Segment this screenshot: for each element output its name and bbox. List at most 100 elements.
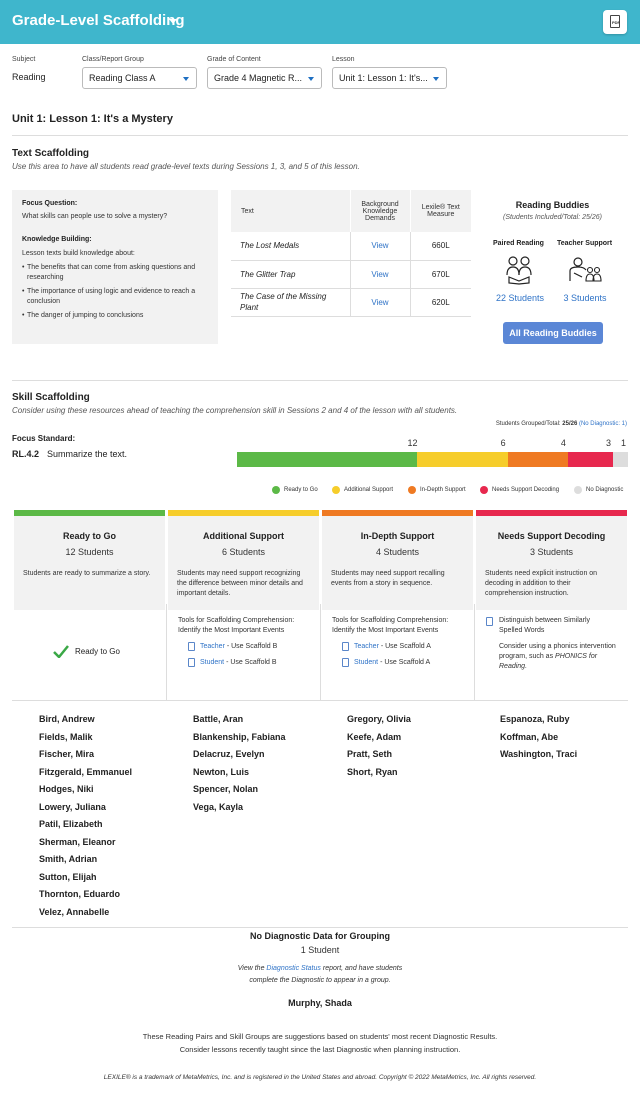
bar-segment: [612, 452, 628, 467]
page-title-dropdown[interactable]: Grade-Level Scaffolding: [12, 12, 185, 29]
no-diagnostic-count: 1 Student: [300, 945, 340, 955]
bar-segment: [417, 452, 508, 467]
paired-reading-count-link[interactable]: 22 Students: [490, 293, 550, 303]
group-needs-support-decoding: Needs Support Decoding 3 Students Studen…: [476, 510, 627, 610]
legend-dot: [408, 486, 416, 494]
group-name: Needs Support Decoding: [497, 531, 606, 541]
no-diagnostic-instructions-2: complete the Diagnostic to appear in a g…: [249, 977, 391, 984]
student-name: Pratt, Seth: [347, 749, 393, 759]
legend-dot: [332, 486, 340, 494]
teacher-support-label: Teacher Support: [557, 240, 613, 247]
subject-label: Subject: [12, 56, 36, 63]
document-icon: [342, 658, 349, 667]
student-name: Washington, Traci: [500, 749, 578, 759]
student-name: Delacruz, Evelyn: [193, 749, 265, 759]
student-name: Thornton, Eduardo: [39, 889, 120, 899]
teacher-support-count-link[interactable]: 3 Students: [555, 293, 615, 303]
student-name: Keefe, Adam: [347, 731, 402, 742]
grade-label: Grade of Content: [207, 56, 261, 63]
student-name: Patil, Elizabeth: [39, 819, 103, 829]
student-name: Vega, Kayla: [193, 801, 244, 812]
bar-count-label: 6: [500, 438, 506, 448]
bar-count-label: 1: [620, 438, 626, 448]
bar-segment: [237, 452, 418, 467]
student-link[interactable]: Student: [354, 659, 378, 666]
lesson-title: Unit 1: Lesson 1: It's a Mystery: [12, 113, 173, 125]
teacher-support-icon: [569, 257, 602, 282]
group-count: 6 Students: [221, 547, 266, 557]
teacher-link[interactable]: Teacher: [200, 643, 225, 650]
student-resource: Student - Use Scaffold B: [200, 659, 277, 666]
view-link[interactable]: View: [349, 288, 410, 317]
student-name: Gregory, Olivia: [347, 714, 411, 724]
student-name: Spencer, Nolan: [193, 784, 259, 794]
student-name: Espanoza, Ruby: [500, 714, 570, 724]
no-diagnostic-student: Murphy, Shada: [288, 998, 352, 1008]
document-icon: [188, 642, 195, 651]
bar-count-label: 3: [605, 438, 611, 448]
standard-text: Summarize the text.: [47, 449, 128, 459]
class-label: Class/Report Group: [82, 56, 144, 63]
app-header: Grade-Level Scaffolding PDF: [0, 0, 640, 44]
bar-count-label: 4: [560, 438, 566, 448]
student-name: Smith, Adrian: [39, 854, 98, 864]
all-reading-buddies-button[interactable]: All Reading Buddies: [503, 322, 603, 344]
focus-question-label: Focus Question:: [22, 200, 78, 207]
group-count: 4 Students: [375, 547, 420, 557]
ready-to-go-status: Ready to Go: [75, 647, 120, 656]
student-name: Blankenship, Fabiana: [193, 731, 286, 742]
teacher-resource: Teacher - Use Scaffold B: [200, 643, 278, 650]
table-header: Lexile® Text Measure: [409, 190, 471, 232]
student-name: Lowery, Juliana: [39, 801, 106, 812]
phonics-note: Consider using a phonics intervention pr…: [499, 643, 616, 670]
text-scaffolding-subtitle: Use this area to have all students read …: [12, 162, 360, 171]
group-ready-to-go: Ready to Go 12 Students Students are rea…: [14, 510, 165, 610]
checkmark-icon: [53, 645, 69, 658]
legend-dot: [272, 486, 280, 494]
student-resource: Student - Use Scaffold A: [354, 659, 431, 666]
footer-note-1: These Reading Pairs and Skill Groups are…: [142, 1032, 498, 1041]
view-link[interactable]: View: [349, 260, 410, 289]
student-name: Hodges, Niki: [39, 784, 94, 794]
pdf-export-button[interactable]: PDF: [603, 10, 627, 34]
focus-standard-label: Focus Standard:: [12, 434, 76, 443]
student-list-in-depth: Gregory, Olivia Keefe, Adam Pratt, Seth Sho…: [347, 711, 411, 781]
tools-title: Tools for Scaffolding Comprehension: Ide…: [178, 617, 295, 634]
lesson-select[interactable]: Unit 1: Lesson 1: It's...: [332, 67, 447, 89]
knowledge-list: The benefits that can come from asking q…: [22, 263, 212, 325]
diagnostic-status-link[interactable]: Diagnostic Status: [266, 965, 320, 972]
tools-title: Tools for Scaffolding Comprehension: Ide…: [332, 617, 449, 634]
distinguish-words-link[interactable]: Distinguish between Similarly Spelled Wo…: [499, 616, 611, 636]
table-row: The Glitter Trap View 670L: [231, 260, 471, 289]
focus-question-panel: Focus Question: What skills can people u…: [12, 190, 218, 344]
legend-dot: [480, 486, 488, 494]
students-grouped-summary: Students Grouped/Total: 25/26 (No Diagno…: [495, 421, 627, 427]
group-name: Ready to Go: [62, 531, 116, 541]
group-name: Additional Support: [203, 531, 284, 541]
legend-label: No Diagnostic: [586, 487, 624, 493]
skill-scaffolding-heading: Skill Scaffolding: [12, 392, 90, 403]
group-description: Students need explicit instruction on de…: [485, 570, 598, 597]
student-name: Bird, Andrew: [39, 714, 95, 724]
reading-buddies-title: Reading Buddies: [515, 200, 590, 210]
chevron-down-icon: [433, 77, 439, 81]
paired-reading-label: Paired Reading: [493, 240, 544, 247]
group-description: Students may need support recalling even…: [331, 570, 445, 587]
text-scaffolding-heading: Text Scaffolding: [12, 148, 90, 159]
subject-value: Reading: [12, 72, 46, 82]
table-row: The Case of the Missing Plant View 620L: [231, 288, 471, 317]
teacher-resource: Teacher - Use Scaffold A: [354, 643, 431, 650]
view-link[interactable]: View: [349, 232, 410, 261]
student-name: Fitzgerald, Emmanuel: [39, 766, 133, 777]
grade-select[interactable]: Grade 4 Magnetic R...: [207, 67, 322, 89]
group-count: 3 Students: [529, 547, 574, 557]
no-diagnostic-instructions: View the Diagnostic Status report, and h…: [237, 965, 403, 972]
student-name: Battle, Aran: [193, 714, 244, 724]
class-select[interactable]: Reading Class A: [82, 67, 197, 89]
document-icon: [188, 658, 195, 667]
teacher-link[interactable]: Teacher: [354, 643, 379, 650]
chevron-down-icon[interactable]: [169, 19, 177, 24]
student-link[interactable]: Student: [200, 659, 224, 666]
reading-buddies-subtitle: (Students Included/Total: 25/26): [503, 214, 602, 221]
chevron-down-icon: [183, 77, 189, 81]
